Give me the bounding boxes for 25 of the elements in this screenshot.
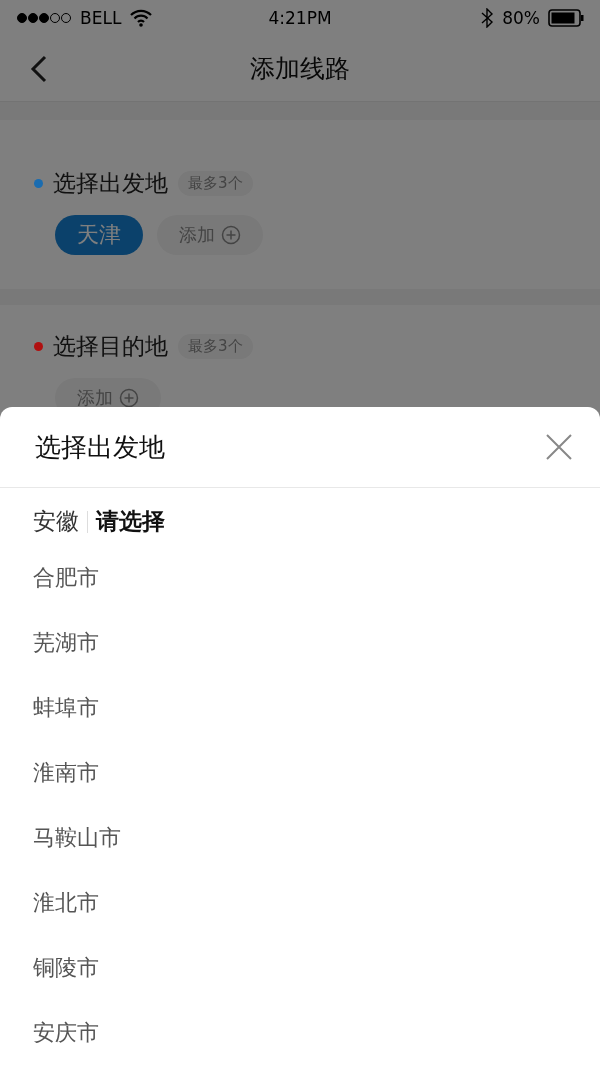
page-title: 添加线路: [250, 52, 350, 85]
battery-icon: [548, 8, 584, 27]
section-title: 选择目的地: [53, 332, 168, 361]
city-option[interactable]: 蚌埠市: [0, 675, 600, 740]
back-icon[interactable]: [30, 55, 48, 83]
city-option[interactable]: 合肥市: [0, 545, 600, 610]
section-title: 选择出发地: [53, 169, 168, 198]
region-tab[interactable]: 请选择: [96, 506, 165, 537]
city-option[interactable]: 马鞍山市: [0, 805, 600, 870]
city-option[interactable]: 铜陵市: [0, 935, 600, 1000]
city-option[interactable]: 淮南市: [0, 740, 600, 805]
wifi-icon: [129, 8, 154, 27]
city-option[interactable]: 芜湖市: [0, 610, 600, 675]
signal-icon: [16, 11, 72, 24]
bluetooth-icon: [480, 7, 495, 28]
carrier-name: BELL: [80, 7, 122, 28]
battery-percent: 80%: [502, 7, 540, 28]
city-option[interactable]: 安庆市: [0, 1000, 600, 1065]
plus-circle-icon: [119, 388, 139, 408]
city-option[interactable]: 淮北市: [0, 870, 600, 935]
plus-circle-icon: [221, 225, 241, 245]
close-icon[interactable]: [546, 434, 572, 460]
clock-time: 4:21PM: [268, 7, 332, 28]
region-tab[interactable]: 安徽: [33, 506, 79, 537]
sheet-title: 选择出发地: [35, 430, 165, 464]
